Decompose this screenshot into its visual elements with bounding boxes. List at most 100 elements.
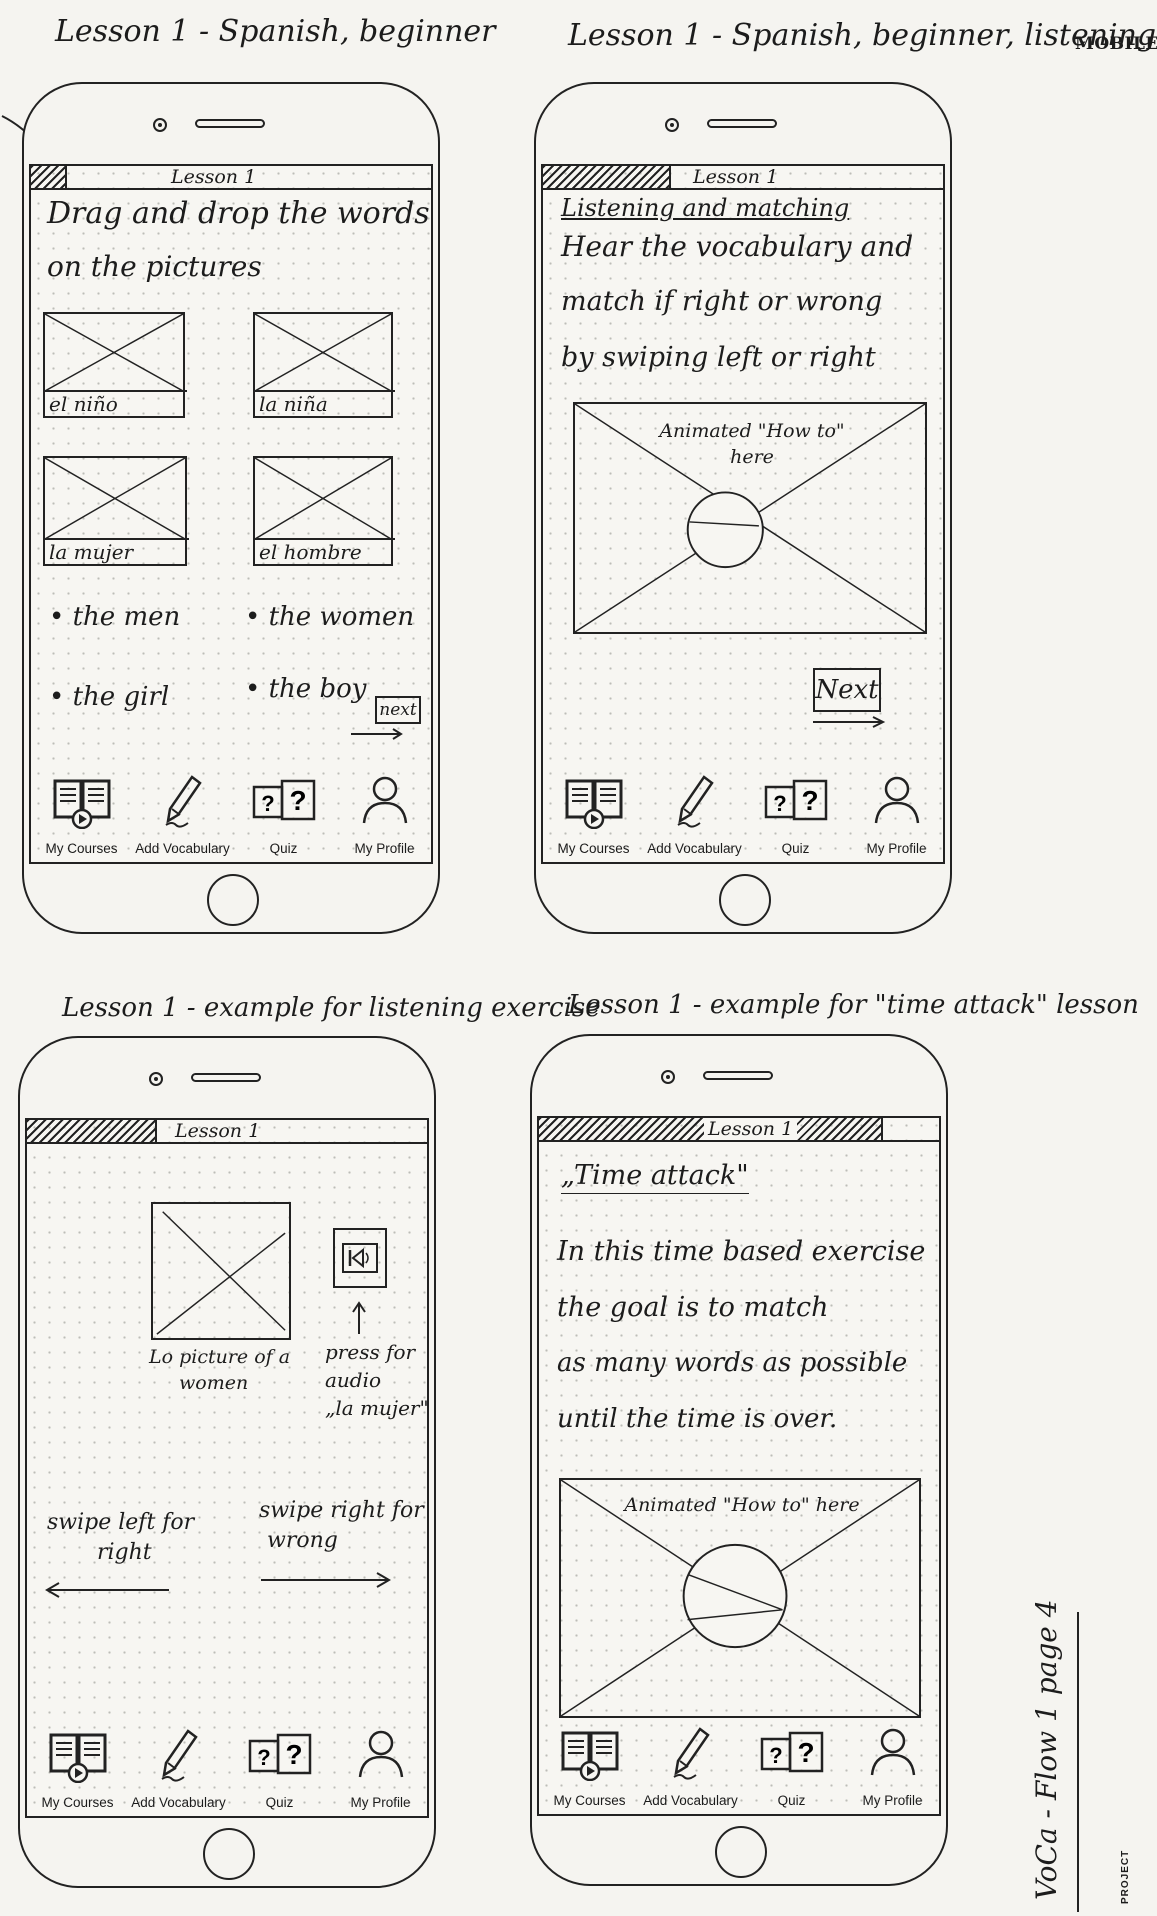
instruction-text: on the pictures: [47, 250, 262, 283]
quiz-icon: ??: [252, 779, 315, 821]
arrow-left-icon: [45, 1582, 169, 1598]
tab-add-vocabulary[interactable]: Add Vocabulary: [128, 1721, 229, 1816]
svg-text:?: ?: [285, 1739, 302, 1770]
pencil-icon: [676, 775, 714, 828]
tab-bar: My Courses Add Vocabulary ?? Quiz My Pro…: [27, 1721, 427, 1816]
tab-quiz[interactable]: ?? Quiz: [741, 1719, 842, 1814]
tab-quiz[interactable]: ?? Quiz: [233, 767, 334, 862]
screen1-caption: Lesson 1 - Spanish, beginner: [55, 14, 496, 49]
home-button[interactable]: [719, 874, 771, 926]
arrow-right-icon: [813, 716, 886, 728]
how-to-video[interactable]: Animated "How to" here: [559, 1478, 921, 1718]
audio-hint: „la mujer": [325, 1396, 429, 1420]
camera: [665, 118, 679, 132]
swipe-left-hint: swipe left for: [47, 1510, 195, 1535]
tab-my-profile[interactable]: My Profile: [334, 767, 431, 862]
screen4-caption: Lesson 1 - example for "time attack" les…: [568, 990, 1139, 1020]
svg-text:?: ?: [257, 1745, 270, 1770]
lesson-title: Lesson 1: [693, 166, 779, 188]
screen3-caption: Lesson 1 - example for listening exercis…: [62, 993, 601, 1023]
tab-quiz[interactable]: ?? Quiz: [229, 1721, 330, 1816]
top-bar: Lesson 1: [27, 1120, 427, 1144]
picture-label: el niño: [45, 390, 187, 416]
next-button[interactable]: next: [375, 696, 421, 724]
tab-my-courses[interactable]: My Courses: [539, 1719, 640, 1814]
quiz-icon: ??: [248, 1733, 311, 1775]
top-bar: Lesson 1: [539, 1118, 939, 1142]
svg-text:?: ?: [769, 1743, 782, 1768]
body-text: Hear the vocabulary and: [561, 230, 914, 263]
how-to-video[interactable]: Animated "How to" here: [573, 402, 927, 634]
tab-my-profile[interactable]: My Profile: [330, 1721, 427, 1816]
tab-my-courses[interactable]: My Courses: [543, 767, 644, 862]
audio-button[interactable]: [333, 1228, 387, 1288]
draggable-word[interactable]: • the boy: [245, 674, 366, 704]
progress-bar: [543, 166, 671, 188]
tab-my-profile[interactable]: My Profile: [846, 767, 943, 862]
phone-2: Lesson 1 Listening and matching Hear the…: [534, 82, 952, 934]
home-button[interactable]: [203, 1828, 255, 1880]
top-bar: Lesson 1: [31, 166, 431, 190]
tab-my-courses[interactable]: My Courses: [31, 767, 132, 862]
picture-placeholder[interactable]: la niña: [253, 312, 395, 418]
draggable-word[interactable]: • the women: [245, 602, 414, 632]
svg-text:?: ?: [797, 1737, 814, 1768]
screen-time-attack-intro: Lesson 1 „Time attack" In this time base…: [537, 1116, 941, 1816]
swipe-right-hint: wrong: [267, 1528, 338, 1553]
picture-label: el hombre: [255, 538, 395, 564]
svg-text:?: ?: [289, 785, 306, 816]
section-heading: „Time attack": [561, 1160, 749, 1194]
home-button[interactable]: [715, 1826, 767, 1878]
body-text: In this time based exercise: [557, 1236, 926, 1267]
draggable-word[interactable]: • the girl: [49, 682, 169, 712]
speaker-icon: [342, 1243, 378, 1273]
image-placeholder-icon: [156, 1211, 286, 1335]
svg-text:?: ?: [773, 791, 786, 816]
tab-my-courses[interactable]: My Courses: [27, 1721, 128, 1816]
lesson-title: Lesson 1: [171, 166, 257, 188]
video-caption: here: [730, 446, 774, 468]
picture-placeholder[interactable]: la mujer: [43, 456, 189, 566]
home-button[interactable]: [207, 874, 259, 926]
screen-listening-exercise: Lesson 1 Lo picture of a women press for…: [25, 1118, 429, 1818]
book-icon: [565, 779, 622, 829]
pencil-icon: [160, 1729, 198, 1782]
progress-bar: [31, 166, 67, 188]
draggable-word[interactable]: • the men: [49, 602, 180, 632]
svg-text:?: ?: [801, 785, 818, 816]
phone-4: Lesson 1 „Time attack" In this time base…: [530, 1034, 948, 1886]
video-caption: Animated "How to" here: [624, 1494, 860, 1516]
user-icon: [358, 1730, 403, 1778]
tab-add-vocabulary[interactable]: Add Vocabulary: [644, 767, 745, 862]
picture-placeholder[interactable]: el hombre: [253, 456, 395, 566]
picture-placeholder[interactable]: el niño: [43, 312, 187, 418]
tab-add-vocabulary[interactable]: Add Vocabulary: [132, 767, 233, 862]
camera: [153, 118, 167, 132]
speaker: [703, 1071, 773, 1080]
tab-bar: My Courses Add Vocabulary ?? Quiz My Pro…: [539, 1719, 939, 1814]
body-text: by swiping left or right: [561, 342, 876, 373]
quiz-icon: ??: [760, 1731, 823, 1773]
body-text: as many words as possible: [557, 1348, 908, 1378]
camera: [149, 1072, 163, 1086]
user-icon: [870, 1728, 915, 1776]
phone-3: Lesson 1 Lo picture of a women press for…: [18, 1036, 436, 1888]
instruction-text: Drag and drop the words: [47, 196, 430, 231]
screen-listening-intro: Lesson 1 Listening and matching Hear the…: [541, 164, 945, 864]
arrow-right-icon: [351, 728, 403, 740]
picture-caption: women: [179, 1372, 249, 1394]
swipe-left-hint: right: [97, 1540, 152, 1565]
lesson-title: Lesson 1: [704, 1118, 798, 1140]
tab-my-profile[interactable]: My Profile: [842, 1719, 939, 1814]
top-bar: Lesson 1: [543, 166, 943, 190]
word-picture: [151, 1202, 291, 1340]
tab-add-vocabulary[interactable]: Add Vocabulary: [640, 1719, 741, 1814]
pencil-icon: [164, 775, 202, 828]
book-icon: [49, 1733, 106, 1783]
speaker: [191, 1073, 261, 1082]
pencil-icon: [672, 1727, 710, 1780]
camera: [661, 1070, 675, 1084]
next-button[interactable]: Next: [813, 668, 881, 712]
screen-drag-drop: Lesson 1 Drag and drop the words on the …: [29, 164, 433, 864]
tab-quiz[interactable]: ?? Quiz: [745, 767, 846, 862]
